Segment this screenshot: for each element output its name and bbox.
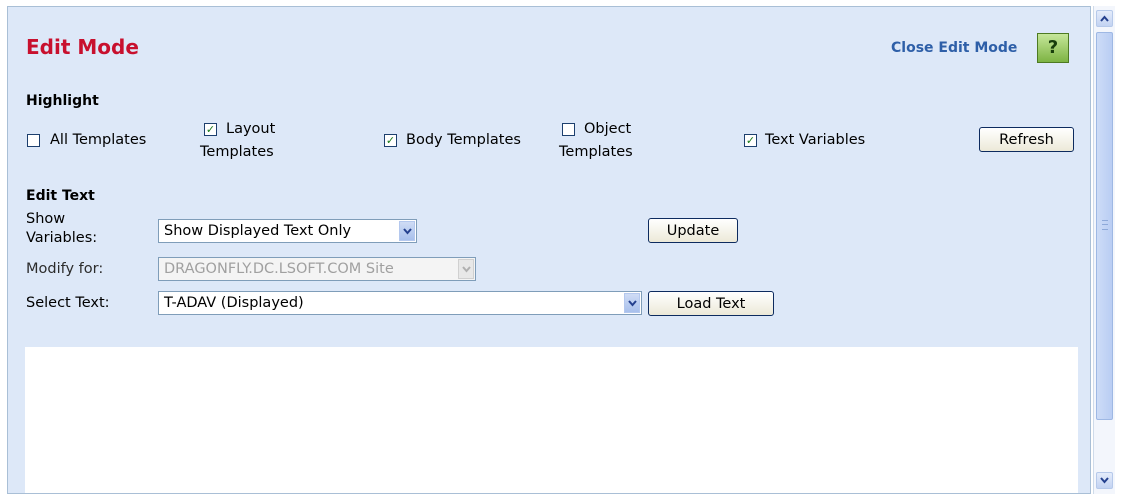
layout-templates-label-line2: Templates bbox=[200, 144, 274, 160]
chevron-down-icon bbox=[399, 221, 415, 241]
chevron-up-icon bbox=[1100, 15, 1109, 22]
help-button[interactable]: ? bbox=[1037, 33, 1069, 63]
refresh-button[interactable]: Refresh bbox=[979, 127, 1074, 152]
text-variables-checkbox[interactable]: ✓ bbox=[744, 134, 757, 147]
body-templates-checkbox[interactable]: ✓ bbox=[384, 134, 397, 147]
object-templates-checkbox[interactable] bbox=[562, 123, 575, 136]
grip-icon bbox=[1102, 220, 1108, 230]
select-text-label: Select Text: bbox=[26, 295, 110, 311]
modify-for-label: Modify for: bbox=[26, 261, 104, 277]
edit-text-heading: Edit Text bbox=[26, 188, 95, 204]
chevron-down-icon bbox=[1100, 477, 1109, 484]
show-variables-value: Show Displayed Text Only bbox=[164, 223, 352, 239]
chevron-down-icon bbox=[458, 259, 474, 279]
panel-title: Edit Mode bbox=[26, 35, 139, 59]
load-text-button[interactable]: Load Text bbox=[648, 291, 774, 316]
scroll-up-button[interactable] bbox=[1096, 10, 1113, 27]
object-templates-label-line1: Object bbox=[584, 121, 632, 137]
text-variables-label: Text Variables bbox=[765, 132, 866, 148]
show-variables-select[interactable]: Show Displayed Text Only bbox=[158, 219, 417, 243]
all-templates-checkbox[interactable] bbox=[27, 134, 40, 147]
object-templates-label-line2: Templates bbox=[559, 144, 633, 160]
chevron-down-icon bbox=[624, 293, 640, 313]
text-editor-area[interactable] bbox=[25, 347, 1078, 493]
vertical-scrollbar[interactable] bbox=[1093, 6, 1115, 494]
all-templates-label: All Templates bbox=[50, 132, 147, 148]
show-variables-label-line1: Show bbox=[26, 211, 66, 227]
select-text-select[interactable]: T-ADAV (Displayed) bbox=[158, 291, 642, 315]
modify-for-select: DRAGONFLY.DC.LSOFT.COM Site bbox=[158, 257, 476, 281]
show-variables-label-line2: Variables: bbox=[26, 230, 98, 246]
scroll-down-button[interactable] bbox=[1096, 472, 1113, 489]
layout-templates-label-line1: Layout bbox=[226, 121, 276, 137]
layout-templates-checkbox[interactable]: ✓ bbox=[204, 123, 217, 136]
body-templates-label: Body Templates bbox=[406, 132, 521, 148]
update-button[interactable]: Update bbox=[648, 218, 738, 243]
highlight-heading: Highlight bbox=[26, 93, 99, 109]
modify-for-value: DRAGONFLY.DC.LSOFT.COM Site bbox=[164, 261, 394, 277]
close-edit-mode-link[interactable]: Close Edit Mode bbox=[891, 40, 1017, 56]
edit-mode-panel: Edit Mode Close Edit Mode ? Highlight Al… bbox=[7, 6, 1091, 494]
scrollbar-thumb[interactable] bbox=[1096, 32, 1113, 420]
select-text-value: T-ADAV (Displayed) bbox=[164, 295, 304, 311]
